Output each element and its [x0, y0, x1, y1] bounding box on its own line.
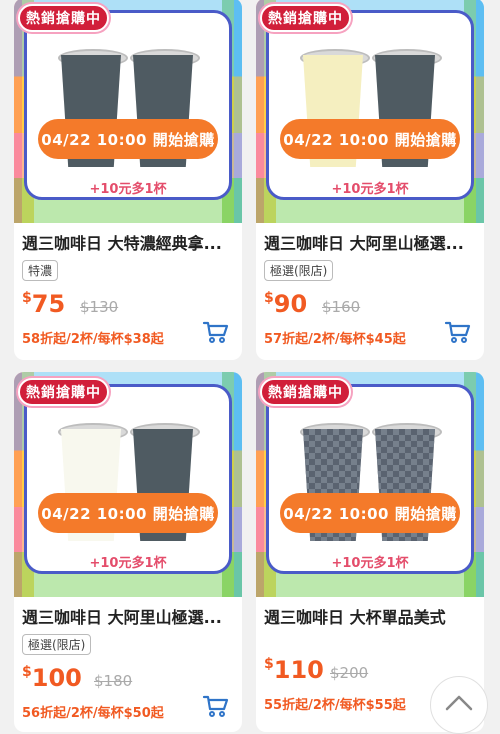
hot-sale-badge: 熱銷搶購中: [18, 378, 109, 406]
product-tag: 極選(限店): [22, 634, 92, 655]
product-title[interactable]: 週三咖啡日 大杯單品美式: [264, 604, 478, 628]
product-card[interactable]: 04/22 10:00 開始搶購 +10元多1杯 熱銷搶購中 週三咖啡日 大阿里…: [256, 0, 484, 360]
product-title[interactable]: 週三咖啡日 大特濃經典拿...: [22, 230, 236, 254]
product-price: $100: [22, 664, 82, 692]
discount-text: 58折起/2杯/每杯$38起: [22, 332, 164, 347]
currency-symbol: $: [264, 290, 274, 306]
currency-symbol: $: [22, 664, 32, 680]
price-value: 90: [273, 290, 308, 318]
original-price: $180: [94, 672, 133, 690]
image-frame: 04/22 10:00 開始搶購 +10元多1杯: [266, 384, 474, 574]
currency-symbol: $: [22, 290, 32, 306]
product-title[interactable]: 週三咖啡日 大阿里山極選...: [22, 604, 236, 628]
cart-icon[interactable]: [202, 320, 230, 344]
promo-text: +10元多1杯: [331, 182, 409, 197]
sale-time-badge: 04/22 10:00 開始搶購: [280, 493, 460, 533]
product-price: $110: [264, 656, 324, 684]
cart-icon[interactable]: [444, 320, 472, 344]
sale-time-badge: 04/22 10:00 開始搶購: [38, 493, 218, 533]
sale-time-badge: 04/22 10:00 開始搶購: [280, 119, 460, 159]
original-price: $200: [330, 664, 369, 682]
product-image[interactable]: 04/22 10:00 開始搶購 +10元多1杯 熱銷搶購中: [14, 372, 242, 597]
hot-sale-badge: 熱銷搶購中: [260, 378, 351, 406]
cart-icon[interactable]: [202, 694, 230, 718]
price-value: 100: [31, 664, 82, 692]
product-grid: 04/22 10:00 開始搶購 +10元多1杯 熱銷搶購中 週三咖啡日 大特濃…: [0, 0, 500, 734]
discount-text: 57折起/2杯/每杯$45起: [264, 332, 406, 347]
product-image[interactable]: 04/22 10:00 開始搶購 +10元多1杯 熱銷搶購中: [256, 0, 484, 223]
promo-text: +10元多1杯: [89, 182, 167, 197]
chevron-up-icon: [445, 695, 473, 711]
image-frame: 04/22 10:00 開始搶購 +10元多1杯: [24, 10, 232, 200]
original-price: $160: [322, 298, 361, 316]
product-tag: 極選(限店): [264, 260, 334, 281]
discount-text: 55折起/2杯/每杯$55起: [264, 698, 406, 713]
price-value: 110: [273, 656, 324, 684]
original-price: $130: [80, 298, 119, 316]
sale-time-badge: 04/22 10:00 開始搶購: [38, 119, 218, 159]
price-value: 75: [31, 290, 66, 318]
promo-text: +10元多1杯: [331, 556, 409, 571]
product-price: $75: [22, 290, 65, 318]
scroll-to-top-button[interactable]: [430, 676, 488, 734]
product-image[interactable]: 04/22 10:00 開始搶購 +10元多1杯 熱銷搶購中: [256, 372, 484, 597]
product-card[interactable]: 04/22 10:00 開始搶購 +10元多1杯 熱銷搶購中 週三咖啡日 大阿里…: [14, 372, 242, 732]
image-frame: 04/22 10:00 開始搶購 +10元多1杯: [266, 10, 474, 200]
hot-sale-badge: 熱銷搶購中: [18, 4, 109, 32]
product-tag: 特濃: [22, 260, 59, 281]
product-card[interactable]: 04/22 10:00 開始搶購 +10元多1杯 熱銷搶購中 週三咖啡日 大特濃…: [14, 0, 242, 360]
product-price: $90: [264, 290, 307, 318]
discount-text: 56折起/2杯/每杯$50起: [22, 706, 164, 721]
currency-symbol: $: [264, 656, 274, 672]
image-frame: 04/22 10:00 開始搶購 +10元多1杯: [24, 384, 232, 574]
product-title[interactable]: 週三咖啡日 大阿里山極選...: [264, 230, 478, 254]
product-image[interactable]: 04/22 10:00 開始搶購 +10元多1杯 熱銷搶購中: [14, 0, 242, 223]
promo-text: +10元多1杯: [89, 556, 167, 571]
hot-sale-badge: 熱銷搶購中: [260, 4, 351, 32]
